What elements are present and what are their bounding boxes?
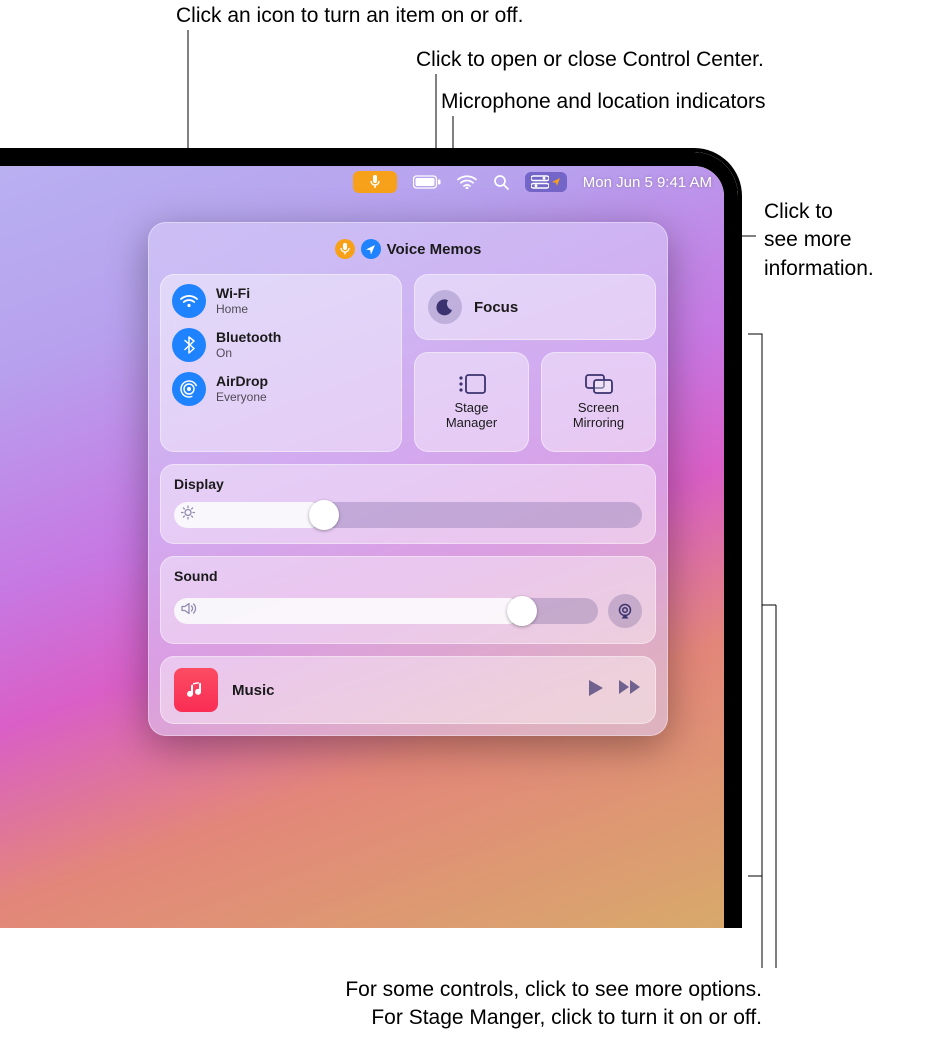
speaker-icon [181,602,197,621]
play-icon [588,679,604,697]
menu-bar-datetime[interactable]: Mon Jun 5 9:41 AM [583,174,712,191]
display-brightness-slider[interactable] [174,502,642,528]
callout-more-info-l2: see more [764,228,852,251]
spotlight-icon[interactable] [493,174,509,190]
callout-more-options-l1: For some controls, click to see more opt… [345,976,762,1004]
display-tile[interactable]: Display [160,464,656,544]
device-bezel: Mon Jun 5 9:41 AM Voice Memos [0,152,738,928]
wifi-menu-icon[interactable] [457,175,477,189]
wifi-status: Home [216,302,250,316]
callout-mic-loc: Microphone and location indicators [441,88,766,116]
sound-label: Sound [174,568,642,584]
battery-icon[interactable] [413,175,441,189]
menu-bar: Mon Jun 5 9:41 AM [0,166,724,198]
screen-mirroring-label-2: Mirroring [573,415,624,430]
now-playing-title: Music [232,682,574,699]
control-center-panel: Voice Memos Wi-Fi Home [148,222,668,736]
screen-mirroring-icon [584,373,614,395]
wifi-label: Wi-Fi [216,286,250,301]
forward-icon [618,679,642,695]
airplay-audio-button[interactable] [608,594,642,628]
control-center-icon [531,175,549,189]
screen-mirroring-tile[interactable]: Screen Mirroring [541,352,656,452]
location-badge-icon [361,239,381,259]
brightness-icon [181,506,195,525]
focus-label: Focus [474,299,518,316]
bluetooth-icon [172,328,206,362]
sound-volume-slider[interactable] [174,598,598,624]
bluetooth-label: Bluetooth [216,330,281,345]
airdrop-icon [172,372,206,406]
mic-badge-icon [335,239,355,259]
bluetooth-status: On [216,346,281,360]
wifi-toggle[interactable]: Wi-Fi Home [172,284,390,318]
bluetooth-toggle[interactable]: Bluetooth On [172,328,390,362]
airdrop-label: AirDrop [216,374,268,389]
stage-manager-tile[interactable]: Stage Manager [414,352,529,452]
callout-more-options-l2: For Stage Manger, click to turn it on or… [371,1004,762,1032]
privacy-indicator-row[interactable]: Voice Memos [160,234,656,264]
callout-open-cc: Click to open or close Control Center. [416,46,764,74]
music-app-icon [174,668,218,712]
stage-manager-label-2: Manager [446,415,497,430]
mic-icon [369,175,381,189]
airdrop-status: Everyone [216,390,268,404]
play-button[interactable] [588,679,604,702]
connectivity-tile[interactable]: Wi-Fi Home Bluetooth On [160,274,402,452]
control-center-menu-icon[interactable] [525,172,567,192]
focus-tile[interactable]: Focus [414,274,656,340]
moon-icon [428,290,462,324]
airdrop-toggle[interactable]: AirDrop Everyone [172,372,390,406]
callout-toggle-icon: Click an icon to turn an item on or off. [176,2,523,30]
wifi-icon [172,284,206,318]
callout-more-info-l1: Click to [764,200,833,223]
screen-wallpaper: Mon Jun 5 9:41 AM Voice Memos [0,166,724,928]
next-track-button[interactable] [618,679,642,702]
airplay-icon [616,603,634,619]
device-frame: Mon Jun 5 9:41 AM Voice Memos [0,148,742,928]
sound-tile[interactable]: Sound [160,556,656,644]
screen-mirroring-label-1: Screen [578,400,619,415]
location-indicator-icon [551,177,561,187]
callout-more-info-l3: information. [764,257,874,280]
stage-manager-icon [457,373,487,395]
callout-more-info: Click to see more information. [764,198,874,283]
display-label: Display [174,476,642,492]
stage-manager-label-1: Stage [455,400,489,415]
privacy-app-name: Voice Memos [387,241,482,258]
mic-in-use-indicator[interactable] [353,171,397,193]
now-playing-tile[interactable]: Music [160,656,656,724]
